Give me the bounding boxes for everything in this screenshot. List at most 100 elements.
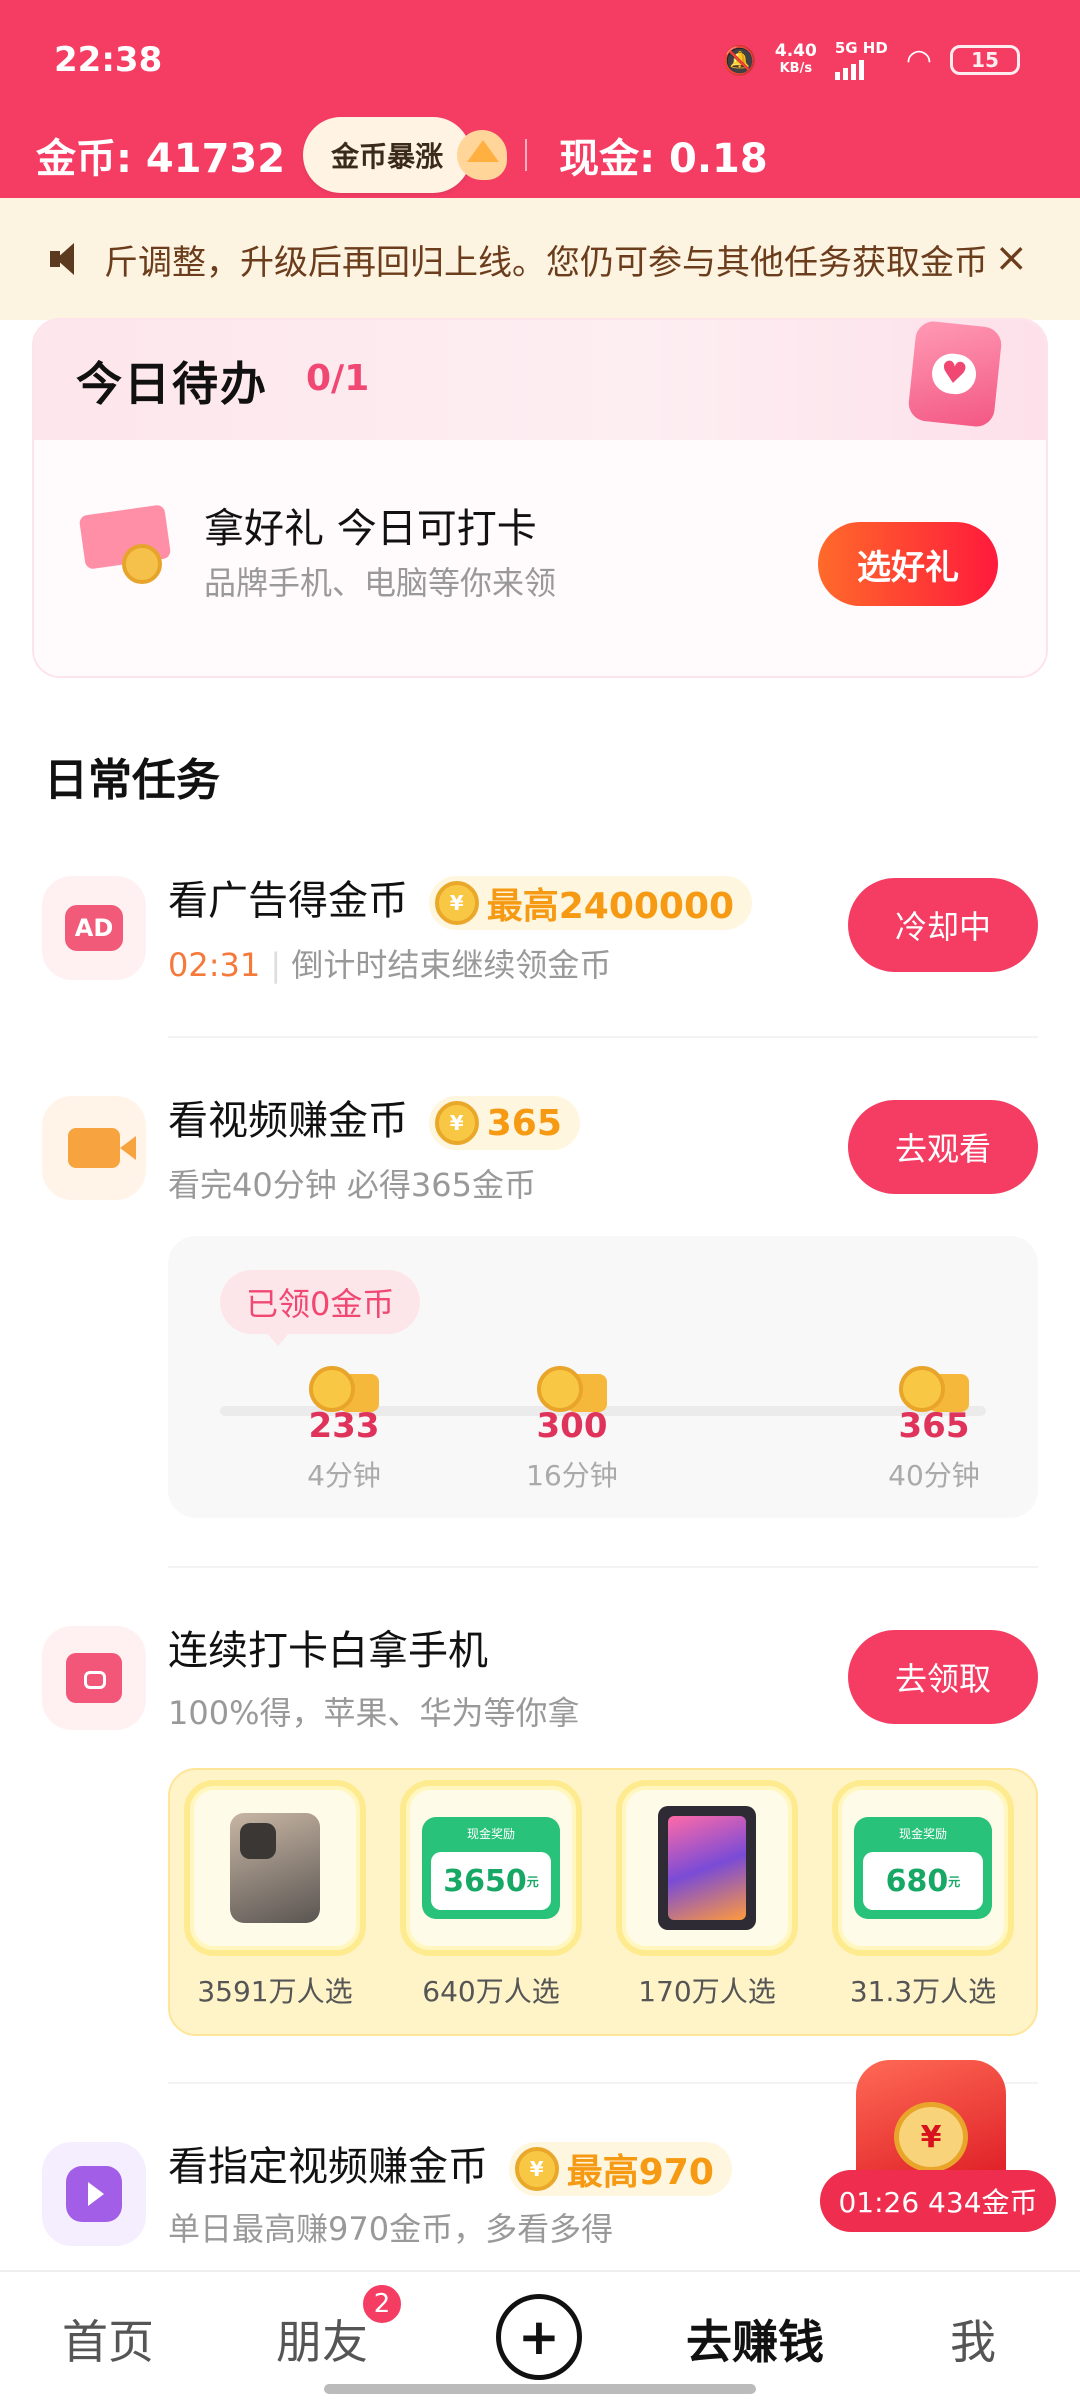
divider (168, 1566, 1038, 1568)
todo-body[interactable]: 拿好礼 今日可打卡 品牌手机、电脑等你来领 选好礼 (34, 440, 1046, 676)
pick-gift-button[interactable]: 选好礼 (818, 522, 998, 606)
coin-stack-icon (309, 1366, 379, 1414)
claimed-coins-tip: 已领0金币 (220, 1270, 421, 1346)
task-icon-bg: AD (42, 876, 146, 980)
todo-sub-text: 品牌手机、电脑等你来领 (204, 564, 557, 602)
prize-card (184, 1780, 366, 1956)
milestone: 365 40分钟 (874, 1366, 994, 1494)
net-speed-value: 4.40 (774, 41, 817, 61)
task-title-text: 看指定视频赚金币 (168, 2144, 488, 2190)
todo-header: 今日待办 0/1 ♥ (34, 320, 1046, 440)
watch-button[interactable]: 去观看 (848, 1100, 1038, 1194)
reward-pill: ¥ 最高2400000 (428, 876, 753, 930)
signal-icon: 5G HD (834, 39, 888, 80)
coin-balance[interactable]: 金币: 41732 (36, 126, 285, 184)
claim-button[interactable]: 去领取 (848, 1630, 1038, 1724)
task-icon-bg (42, 2142, 146, 2246)
wifi-icon: ◠ (905, 42, 932, 78)
nav-earn[interactable]: 去赚钱 (686, 2306, 824, 2372)
task-title: 看广告得金币 ¥ 最高2400000 (168, 868, 753, 930)
todo-main-text: 拿好礼 今日可打卡 (204, 506, 537, 552)
gift-money-icon (78, 500, 178, 584)
prize-label: 31.3万人选 (849, 1975, 997, 2008)
battery-icon: 15 (950, 45, 1020, 75)
task-sub-text: 看完40分钟 必得365金币 (168, 1166, 536, 1204)
gift-bag-icon (66, 1653, 122, 1703)
prize-item[interactable]: 3591万人选 (184, 1780, 366, 2010)
task-sub-text: 单日最高赚970金币，多看多得 (168, 2210, 614, 2248)
cash-reward-unit: 元 (948, 1874, 961, 1889)
divider (168, 1036, 1038, 1038)
todo-count: 0/1 (306, 358, 370, 399)
prize-card: 现金奖励 680 元 (832, 1780, 1014, 1956)
signal-bars (834, 58, 888, 80)
task-title: 连续打卡白拿手机 (168, 1628, 488, 1674)
reward-pill: ¥ 365 (428, 1096, 580, 1150)
coin-icon: ¥ (514, 2147, 559, 2191)
cash-reward-unit: 元 (526, 1874, 539, 1889)
notice-text: 斤调整，升级后再回归上线。您仍可参与其他任务获取金币 (104, 242, 988, 283)
prize-label: 640万人选 (422, 1975, 560, 2008)
cash-balance[interactable]: 现金: 0.18 (559, 126, 768, 184)
net-speed-unit: KB/s (779, 61, 813, 76)
cash-reward-card: 现金奖励 3650 元 (422, 1817, 560, 1919)
cash-reward-amount-box: 3650 元 (431, 1852, 551, 1910)
status-time: 22:38 (54, 40, 163, 80)
reward-value: 最高970 (566, 2152, 714, 2193)
network-type: 5G HD (834, 39, 888, 57)
plus-icon[interactable]: + (496, 2294, 582, 2380)
prize-item[interactable]: 170万人选 (616, 1780, 798, 2010)
heart-icon: ♥ (930, 351, 978, 397)
play-icon (66, 2166, 122, 2222)
bottom-nav: 首页 朋友 2 + 去赚钱 我 (0, 2270, 1080, 2400)
milestone: 233 4分钟 (284, 1366, 404, 1494)
milestone-time: 40分钟 (888, 1459, 980, 1492)
reward-value: 最高2400000 (486, 886, 735, 927)
task-title-text: 看视频赚金币 (168, 1098, 408, 1144)
home-indicator[interactable] (324, 2384, 756, 2394)
task-icon-bg (42, 1626, 146, 1730)
cash-reward-amount-box: 680 元 (863, 1852, 983, 1910)
ad-icon: AD (65, 905, 123, 951)
task-title-text: 看广告得金币 (168, 878, 408, 924)
coin-boom-label: 金币暴涨 (331, 140, 444, 173)
cash-reward-amount: 680 (885, 1863, 949, 1899)
coin-stack-icon (899, 1366, 969, 1414)
prize-item[interactable]: 现金奖励 680 元 31.3万人选 (832, 1780, 1014, 2010)
coin-summary-row: 金币: 41732 金币暴涨 现金: 0.18 (0, 112, 1080, 198)
nav-home[interactable]: 首页 (62, 2306, 154, 2372)
notice-bar: 斤调整，升级后再回归上线。您仍可参与其他任务获取金币 × (0, 198, 1080, 320)
prize-card (616, 1780, 798, 1956)
prize-options: 3591万人选 现金奖励 3650 元 640万人选 170万人选 现金奖励 68… (168, 1768, 1038, 2036)
prize-label: 170万人选 (638, 1975, 776, 2008)
prize-card: 现金奖励 3650 元 (400, 1780, 582, 1956)
daily-tasks-title: 日常任务 (44, 755, 220, 806)
reward-pill: ¥ 最高970 (508, 2142, 732, 2196)
coin-icon: ¥ (434, 1101, 479, 1145)
task-sub-text: 倒计时结束继续领金币 (291, 946, 612, 984)
yuan-medal-icon: ¥ (894, 2102, 968, 2172)
reward-timer[interactable]: 01:26 434金币 (820, 2170, 1056, 2232)
divider (525, 139, 528, 171)
tablet-image (658, 1806, 756, 1930)
coin-icon: ¥ (434, 881, 479, 925)
cooldown-button[interactable]: 冷却中 (848, 878, 1038, 972)
separator: | (270, 946, 292, 984)
status-bar: 22:38 🔕 4.40 KB/s 5G HD ◠ 15 (0, 0, 1080, 120)
close-icon[interactable]: × (994, 238, 1028, 278)
coin-boom-button[interactable]: 金币暴涨 (303, 117, 472, 193)
calendar-heart-icon: ♥ (907, 320, 1003, 429)
task-icon-bg (42, 1096, 146, 1200)
todo-title: 今日待办 (76, 357, 268, 411)
milestone-time: 16分钟 (526, 1459, 618, 1492)
status-icons: 🔕 4.40 KB/s 5G HD ◠ 15 (722, 40, 1020, 80)
nav-me[interactable]: 我 (950, 2306, 996, 2372)
notification-badge: 2 (360, 2282, 404, 2326)
task-title: 看视频赚金币 ¥ 365 (168, 1088, 580, 1150)
nav-friends[interactable]: 朋友 (276, 2306, 368, 2372)
prize-item[interactable]: 现金奖励 3650 元 640万人选 (400, 1780, 582, 2010)
arrow-up-icon (457, 130, 508, 180)
task-title: 看指定视频赚金币 ¥ 最高970 (168, 2134, 732, 2196)
cash-reward-amount: 3650 (443, 1863, 527, 1899)
cash-reward-head: 现金奖励 (898, 1827, 947, 1841)
